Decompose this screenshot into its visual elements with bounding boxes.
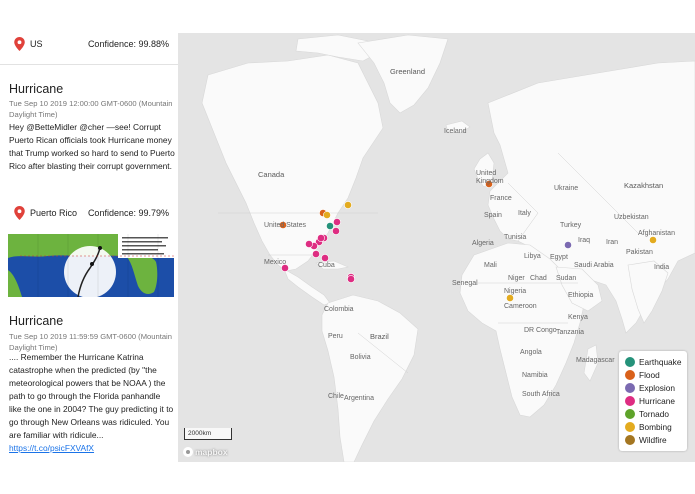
legend-label: Explosion (639, 383, 675, 393)
map-label-united-kingdom: United Kingdom (476, 170, 504, 185)
map-label-canada: Canada (258, 170, 285, 179)
event-marker-bombing[interactable] (649, 236, 657, 244)
map-label-peru: Peru (328, 333, 343, 340)
world-map[interactable]: Greenland Iceland Canada United Kingdom … (178, 33, 695, 462)
map-label-afghanistan: Afghanistan (638, 230, 675, 237)
map-scale-bar: 2000km (184, 428, 232, 440)
map-label-angola: Angola (520, 349, 542, 356)
event-marker-explosion[interactable] (564, 241, 572, 249)
map-label-iran: Iran (606, 239, 619, 246)
legend-swatch (625, 357, 635, 367)
mapbox-icon (183, 446, 193, 457)
post-body: Hey @BetteMidler @cher —see! Corrupt Pue… (9, 122, 175, 171)
legend-label: Earthquake (639, 357, 682, 367)
map-label-india: India (654, 264, 670, 271)
map-label-egypt: Egypt (550, 254, 568, 261)
event-marker-hurricane[interactable] (321, 254, 329, 262)
map-label-niger: Niger (508, 275, 525, 282)
map-label-turkey: Turkey (560, 222, 582, 229)
map-label-iceland: Iceland (444, 128, 467, 135)
hurricane-forecast-image[interactable] (8, 234, 174, 297)
map-label-madagascar: Madagascar (576, 357, 615, 364)
map-label-chile: Chile (328, 393, 344, 400)
map-label-cuba: Cuba (318, 262, 335, 269)
scale-label: 2000km (188, 430, 212, 437)
legend-swatch (625, 435, 635, 445)
location-name: Puerto Rico (30, 208, 78, 218)
legend-swatch (625, 422, 635, 432)
map-label-ukraine: Ukraine (554, 185, 579, 192)
map-label-brazil: Brazil (370, 332, 389, 341)
map-label-iraq: Iraq (578, 237, 591, 244)
event-feed-sidebar[interactable]: US Confidence: 99.88% Hurricane Tue Sep … (0, 0, 178, 462)
map-label-cameroon: Cameroon (504, 303, 537, 310)
post-link[interactable]: https://t.co/psicFXVAfX (9, 443, 94, 453)
location-row: US Confidence: 99.88% (0, 34, 178, 56)
map-label-saudi-arabia: Saudi Arabia (574, 262, 614, 269)
map-label-colombia: Colombia (324, 306, 354, 313)
map-label-south-africa: South Africa (522, 391, 560, 398)
map-label-sudan: Sudan (556, 275, 577, 282)
legend-label: Tornado (639, 409, 669, 419)
event-marker-hurricane[interactable] (317, 234, 325, 242)
legend-label: Hurricane (639, 396, 675, 406)
event-marker-hurricane[interactable] (332, 227, 340, 235)
post-title: Hurricane (9, 82, 64, 96)
post-timestamp: Tue Sep 10 2019 12:00:00 GMT-0600 (Mount… (9, 99, 173, 119)
divider (0, 64, 178, 65)
map-label-ethiopia: Ethiopia (568, 292, 594, 299)
post-body-text: .... Remember the Hurricane Katrina cata… (9, 352, 174, 440)
event-marker-bombing[interactable] (344, 201, 352, 209)
post-title: Hurricane (9, 314, 64, 328)
map-label-libya: Libya (524, 253, 541, 260)
location-pin-icon (14, 206, 25, 220)
map-label-namibia: Namibia (522, 372, 548, 379)
legend-swatch (625, 383, 635, 393)
map-label-kazakhstan: Kazakhstan (624, 181, 664, 190)
legend-label: Flood (639, 370, 660, 380)
event-marker-bombing[interactable] (506, 294, 514, 302)
confidence-value: Confidence: 99.79% (87, 208, 169, 218)
map-canvas[interactable] (178, 33, 695, 462)
post-timestamp: Tue Sep 10 2019 11:59:59 GMT-0600 (Mount… (9, 332, 172, 352)
event-marker-earthquake[interactable] (326, 222, 334, 230)
map-label-spain: Spain (484, 212, 502, 219)
confidence-value: Confidence: 99.88% (87, 39, 169, 49)
event-marker-hurricane[interactable] (312, 250, 320, 258)
event-marker-hurricane[interactable] (347, 275, 355, 283)
map-label-mexico: Mexico (264, 259, 287, 266)
map-label-kenya: Kenya (568, 314, 588, 321)
map-label-nigeria: Nigeria (504, 288, 527, 295)
legend-swatch (625, 396, 635, 406)
map-label-mali: Mali (484, 262, 497, 269)
event-marker-bombing[interactable] (323, 211, 331, 219)
legend-label: Wildfire (639, 435, 667, 445)
location-row: Puerto Rico Confidence: 99.79% (0, 203, 178, 225)
map-label-united-states: United States (264, 222, 307, 229)
map-label-italy: Italy (518, 210, 531, 217)
map-label-uzbekistan: Uzbekistan (614, 214, 649, 221)
map-legend: Earthquake Flood Explosion Hurricane Tor… (619, 351, 687, 451)
map-label-dr-congo: DR Congo (524, 327, 557, 334)
mapbox-wordmark: mapbox (195, 446, 228, 457)
event-marker-hurricane[interactable] (305, 240, 313, 248)
map-label-tunisia: Tunisia (504, 234, 527, 241)
location-pin-icon (14, 37, 25, 51)
legend-swatch (625, 370, 635, 380)
location-name: US (30, 39, 43, 49)
map-label-algeria: Algeria (472, 240, 494, 247)
post-body: .... Remember the Hurricane Katrina cata… (9, 351, 175, 455)
map-label-greenland: Greenland (390, 67, 426, 76)
map-label-pakistan: Pakistan (626, 249, 653, 256)
map-label-argentina: Argentina (344, 395, 374, 402)
event-marker-hurricane[interactable] (333, 218, 341, 226)
legend-swatch (625, 409, 635, 419)
legend-label: Bombing (639, 422, 672, 432)
mapbox-logo[interactable]: mapbox (183, 446, 228, 458)
map-label-france: France (490, 195, 512, 202)
map-label-tanzania: Tanzania (556, 329, 585, 336)
map-label-chad: Chad (530, 275, 547, 282)
map-label-senegal: Senegal (452, 280, 478, 287)
map-label-bolivia: Bolivia (350, 354, 371, 361)
